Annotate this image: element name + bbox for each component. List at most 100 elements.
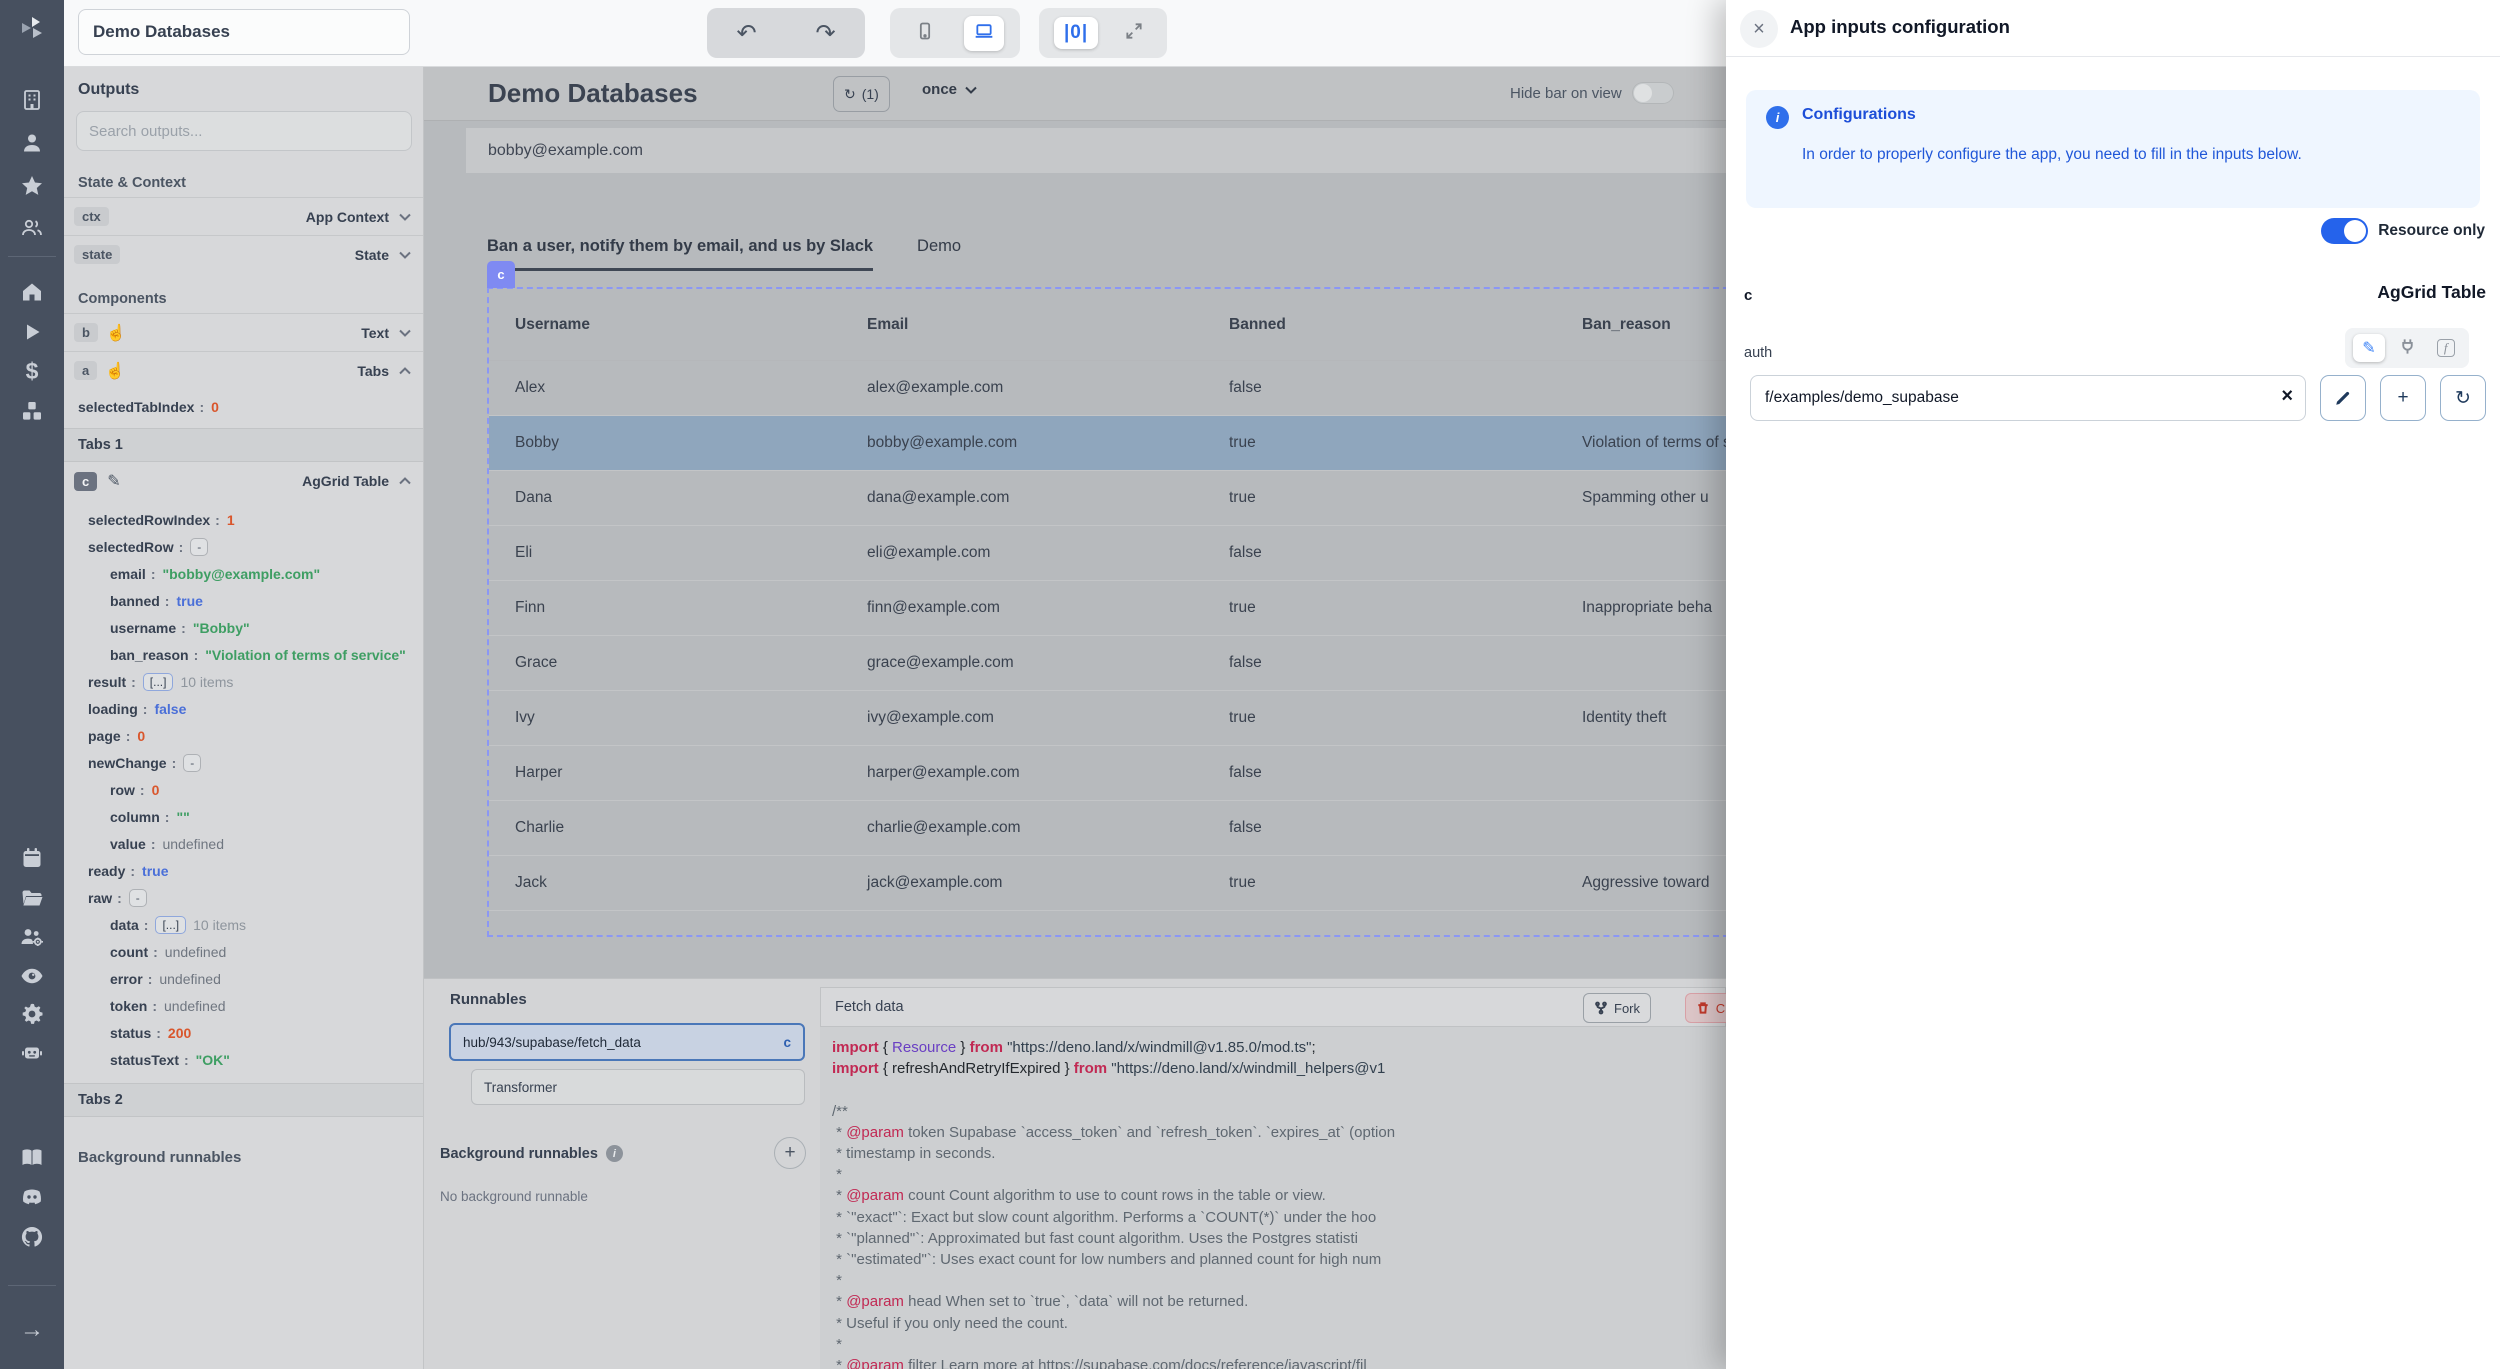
column-header[interactable]: Email [841, 316, 1203, 334]
collapse-object-chip[interactable]: - [183, 754, 201, 772]
code-editor[interactable]: import { Resource } from "https://deno.l… [820, 1027, 1726, 1369]
runnable-item-selected[interactable]: hub/943/supabase/fetch_data c [449, 1023, 805, 1061]
collapse-object-chip[interactable]: - [190, 538, 208, 556]
resource-only-label: Resource only [2378, 222, 2485, 240]
table-row[interactable]: Finnfinn@example.comtrueInappropriate be… [489, 581, 1726, 636]
table-row[interactable]: Ivyivy@example.comtrueIdentity theft [489, 691, 1726, 746]
output-row-state[interactable]: state State [64, 235, 423, 273]
component-type: AgGrid Table [2377, 282, 2486, 303]
desktop-view-icon[interactable] [964, 16, 1004, 51]
table-cell: false [1203, 764, 1556, 782]
book-icon[interactable] [19, 1144, 45, 1170]
dollar-icon[interactable]: $ [19, 358, 45, 384]
info-icon: i [606, 1145, 623, 1162]
tab-ban-a-user[interactable]: Ban a user, notify them by email, and us… [487, 225, 873, 271]
resource-path-input[interactable]: f/examples/demo_supabase × [1750, 375, 2306, 421]
fork-button[interactable]: Fork [1583, 993, 1651, 1023]
column-header[interactable]: Banned [1203, 316, 1556, 334]
robot-icon[interactable] [19, 1039, 45, 1065]
mobile-view-icon[interactable] [907, 16, 943, 51]
refresh-button[interactable]: ↻ (1) [833, 76, 890, 112]
table-row[interactable]: Harperharper@example.comfalse [489, 746, 1726, 801]
static-value-icon[interactable]: ✎ [2353, 334, 2384, 362]
output-row-ctx[interactable]: ctx App Context [64, 197, 423, 235]
building-icon[interactable] [19, 87, 45, 113]
expand-array-chip[interactable]: [...] [143, 673, 174, 691]
eval-input-icon[interactable]: f [2431, 335, 2461, 361]
discord-icon[interactable] [19, 1184, 45, 1210]
column-header[interactable]: Ban_reason [1556, 316, 1726, 334]
center-align-icon[interactable]: |0| [1054, 17, 1098, 49]
users-settings-icon[interactable] [19, 924, 45, 950]
output-value: undefined [165, 944, 227, 960]
table-row[interactable]: Jackjack@example.comtrueAggressive towar… [489, 856, 1726, 911]
tabs2-header[interactable]: Tabs 2 [64, 1083, 423, 1117]
edit-resource-button[interactable] [2320, 375, 2366, 421]
component-row-c[interactable]: c ✎ AgGrid Table [64, 462, 423, 500]
play-icon[interactable] [19, 319, 45, 345]
undo-redo-group: ↶ ↷ [707, 8, 865, 58]
hand-pointer-icon: ☝ [105, 361, 125, 381]
folder-open-icon[interactable] [19, 885, 45, 911]
user-icon[interactable] [19, 130, 45, 156]
delete-button[interactable]: Cl [1685, 993, 1726, 1023]
chevron-down-icon[interactable] [397, 325, 413, 341]
text-component[interactable]: bobby@example.com [466, 128, 1726, 173]
add-background-runnable-button[interactable]: + [774, 1137, 806, 1169]
table-row[interactable]: Danadana@example.comtrueSpamming other u [489, 471, 1726, 526]
collapse-object-chip[interactable]: - [129, 889, 147, 907]
component-row-a[interactable]: a ☝ Tabs [64, 351, 423, 389]
chevron-down-icon[interactable] [397, 209, 413, 225]
arrow-right-icon[interactable]: → [19, 1317, 45, 1343]
redo-icon[interactable]: ↷ [815, 19, 835, 48]
table-cell: jack@example.com [841, 874, 1203, 892]
table-cell: Eli [489, 544, 841, 562]
table-cell: Bobby [489, 434, 841, 452]
table-row[interactable]: Alexalex@example.comfalse [489, 361, 1726, 416]
pencil-icon[interactable]: ✎ [107, 471, 120, 491]
chevron-up-icon[interactable] [397, 473, 413, 489]
user-group-icon[interactable] [19, 215, 45, 241]
expand-array-chip[interactable]: [...] [155, 916, 186, 934]
table-row[interactable]: Bobbybobby@example.comtrueViolation of t… [489, 416, 1726, 471]
chevron-down-icon[interactable] [397, 247, 413, 263]
star-icon[interactable] [19, 173, 45, 199]
table-cell: alex@example.com [841, 379, 1203, 397]
windmill-logo-icon[interactable] [19, 15, 45, 41]
selected-component-chip[interactable]: c [487, 261, 515, 288]
table-row[interactable]: Charliecharlie@example.comfalse [489, 801, 1726, 856]
search-outputs-input[interactable] [76, 111, 412, 151]
github-icon[interactable] [19, 1224, 45, 1250]
tabs1-header[interactable]: Tabs 1 [64, 428, 423, 462]
connect-input-icon[interactable] [2393, 334, 2422, 363]
boxes-icon[interactable] [19, 398, 45, 424]
column-header[interactable]: Username [489, 316, 841, 334]
clear-icon[interactable]: × [2281, 385, 2293, 408]
hide-bar-toggle[interactable] [1632, 82, 1674, 104]
calendar-icon[interactable] [19, 845, 45, 871]
undo-icon[interactable]: ↶ [736, 19, 756, 48]
table-row[interactable]: Gracegrace@example.comfalse [489, 636, 1726, 691]
close-icon[interactable]: × [1740, 10, 1778, 48]
expand-icon[interactable] [1116, 16, 1152, 51]
refresh-resource-button[interactable]: ↻ [2440, 375, 2486, 421]
output-tree-row: ban_reason:"Violation of terms of servic… [78, 641, 423, 668]
table-cell: ivy@example.com [841, 709, 1203, 727]
gear-icon[interactable] [19, 1001, 45, 1027]
add-resource-button[interactable]: + [2380, 375, 2426, 421]
home-icon[interactable] [19, 279, 45, 305]
code-line: * [832, 1270, 1726, 1291]
app-name-input[interactable] [78, 9, 410, 55]
resource-only-toggle[interactable] [2321, 218, 2368, 244]
output-tree-row: statusText:"OK" [78, 1046, 423, 1073]
chevron-up-icon[interactable] [397, 363, 413, 379]
run-mode-select[interactable]: once [922, 81, 979, 98]
runnable-component-badge: c [783, 1035, 791, 1050]
table-cell: finn@example.com [841, 599, 1203, 617]
output-tree-row: count:undefined [78, 938, 423, 965]
runnable-item-transformer[interactable]: Transformer [471, 1069, 805, 1105]
tab-demo[interactable]: Demo [917, 225, 961, 271]
component-row-b[interactable]: b ☝ Text [64, 313, 423, 351]
table-row[interactable]: Elieli@example.comfalse [489, 526, 1726, 581]
eye-icon[interactable] [19, 963, 45, 989]
